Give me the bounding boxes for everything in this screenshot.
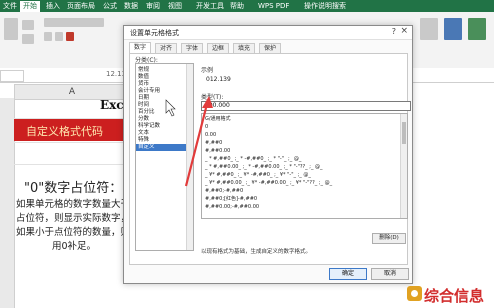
tab-file[interactable]: 文件: [3, 1, 17, 11]
tab-home[interactable]: 开始: [20, 1, 40, 12]
sum-icon[interactable]: [420, 18, 438, 40]
tab-review[interactable]: 审阅: [146, 1, 160, 11]
format-code-item[interactable]: _ ¥* #,##0.00_ ;_ ¥* -#,##0.00_ ;_ ¥* "-…: [205, 180, 332, 186]
font-name-select[interactable]: [44, 18, 104, 27]
cut-icon[interactable]: [22, 20, 34, 30]
custom-format-title: 自定义格式代码: [26, 125, 103, 138]
format-code-item[interactable]: _ ¥* #,##0_ ;_ ¥* -#,##0_ ;_ ¥* "-"_ ;_ …: [205, 172, 311, 178]
type-input[interactable]: 000.000: [201, 101, 411, 111]
dialog-title: 设置单元格格式: [130, 29, 179, 37]
dialog-titlebar[interactable]: 设置单元格格式 ? ×: [124, 26, 412, 40]
paste-icon[interactable]: [4, 18, 18, 40]
category-item[interactable]: 特殊: [138, 137, 149, 144]
category-item[interactable]: 日期: [138, 95, 149, 102]
zero-placeholder-heading: "0"数字占位符：: [24, 181, 123, 196]
category-item[interactable]: 常规: [138, 67, 149, 74]
sample-label: 示例: [201, 67, 214, 74]
format-code-item[interactable]: #,##0;-#,##0: [205, 188, 243, 194]
help-button[interactable]: ?: [392, 27, 396, 36]
category-item[interactable]: 分数: [138, 116, 149, 123]
italic-icon[interactable]: [55, 32, 63, 41]
category-scrollbar[interactable]: [186, 64, 193, 250]
find-select-icon[interactable]: [468, 18, 486, 40]
tab-formulas[interactable]: 公式: [103, 1, 117, 11]
format-list-scrollbar[interactable]: [400, 114, 407, 218]
tab-page-layout[interactable]: 页面布局: [67, 1, 95, 11]
tab-data[interactable]: 数据: [124, 1, 138, 11]
bold-icon[interactable]: [44, 32, 52, 41]
description-line: 用0补足。: [52, 241, 97, 252]
description-line: 如果单元格的数字数量大于: [16, 199, 131, 210]
format-code-item[interactable]: 0.00: [205, 132, 216, 138]
ribbon-tab-bar: 文件 开始 插入 页面布局 公式 数据 审阅 视图 开发工具 帮助 WPS PD…: [0, 0, 494, 12]
category-item[interactable]: 科学记数: [138, 123, 160, 130]
tab-font[interactable]: 字体: [181, 43, 204, 53]
name-box[interactable]: [0, 70, 24, 82]
category-item[interactable]: 时间: [138, 102, 149, 109]
category-item[interactable]: 货币: [138, 81, 149, 88]
format-code-item[interactable]: G/通用格式: [205, 116, 231, 122]
tab-wps-pdf[interactable]: WPS PDF: [258, 1, 289, 11]
scrollbar-thumb[interactable]: [402, 122, 406, 144]
format-code-item[interactable]: _ * #,##0_ ;_ * -#,##0_ ;_ * "-"_ ;_ @_: [205, 156, 301, 162]
format-code-item[interactable]: 0: [205, 124, 208, 130]
format-hint: 以现有格式为基础，生成自定义的数字格式。: [201, 249, 312, 255]
type-label: 类型(T):: [201, 94, 224, 101]
sort-filter-icon[interactable]: [444, 18, 462, 40]
tab-fill[interactable]: 填充: [233, 43, 256, 53]
delete-button[interactable]: 删除(D): [372, 233, 406, 244]
number-tab-panel: 分类(C): 常规 数值 货币 会计专用 日期 时间 百分比 分数 科学记数 文…: [129, 53, 411, 265]
tab-border[interactable]: 边框: [207, 43, 230, 53]
format-code-item[interactable]: #,##0: [205, 140, 222, 146]
tell-me-search[interactable]: 操作说明搜索: [304, 1, 346, 11]
close-icon[interactable]: ×: [400, 26, 408, 36]
format-code-item[interactable]: #,##0.00: [205, 148, 230, 154]
format-code-item[interactable]: _ * #,##0.00_ ;_ * -#,##0.00_ ;_ * "-"??…: [205, 164, 323, 170]
cancel-button[interactable]: 取消: [371, 268, 409, 280]
tab-insert[interactable]: 插入: [46, 1, 60, 11]
gridline: [14, 164, 124, 165]
category-item-selected[interactable]: 自定义: [136, 144, 186, 151]
tab-view[interactable]: 视图: [168, 1, 182, 11]
format-code-item[interactable]: #,##0;[红色]-#,##0: [205, 196, 257, 202]
font-color-icon[interactable]: [66, 32, 74, 41]
sample-value: 012.139: [206, 76, 231, 83]
tab-protection[interactable]: 保护: [259, 43, 282, 53]
category-list[interactable]: 常规 数值 货币 会计专用 日期 时间 百分比 分数 科学记数 文本 特殊 自定…: [135, 63, 194, 251]
format-code-list[interactable]: G/通用格式 0 0.00 #,##0 #,##0.00 _ * #,##0_ …: [201, 113, 408, 219]
category-item[interactable]: 文本: [138, 130, 149, 137]
watermark-text: 综合信息: [424, 287, 485, 305]
tab-help[interactable]: 帮助: [230, 1, 244, 11]
watermark-logo-icon: [407, 286, 422, 301]
tab-alignment[interactable]: 对齐: [155, 43, 178, 53]
ok-button[interactable]: 确定: [329, 268, 367, 280]
format-cells-dialog: 设置单元格格式 ? × 数字 对齐 字体 边框 填充 保护 分类(C): 常规 …: [123, 25, 413, 284]
tab-number[interactable]: 数字: [129, 42, 152, 53]
description-line: 如果小于点位符的数量，则: [16, 227, 131, 238]
row-headers: [0, 98, 15, 308]
sheet-title: Exc: [100, 98, 124, 112]
tab-developer[interactable]: 开发工具: [196, 1, 224, 11]
category-item[interactable]: 会计专用: [138, 88, 160, 95]
category-item[interactable]: 数值: [138, 74, 149, 81]
gridline: [14, 142, 124, 143]
copy-icon[interactable]: [22, 34, 34, 44]
format-code-item[interactable]: #,##0.00;-#,##0.00: [205, 204, 259, 210]
category-item[interactable]: 百分比: [138, 109, 155, 116]
description-line: 占位符，则显示实际数字，: [16, 213, 131, 224]
gridline: [14, 118, 124, 119]
